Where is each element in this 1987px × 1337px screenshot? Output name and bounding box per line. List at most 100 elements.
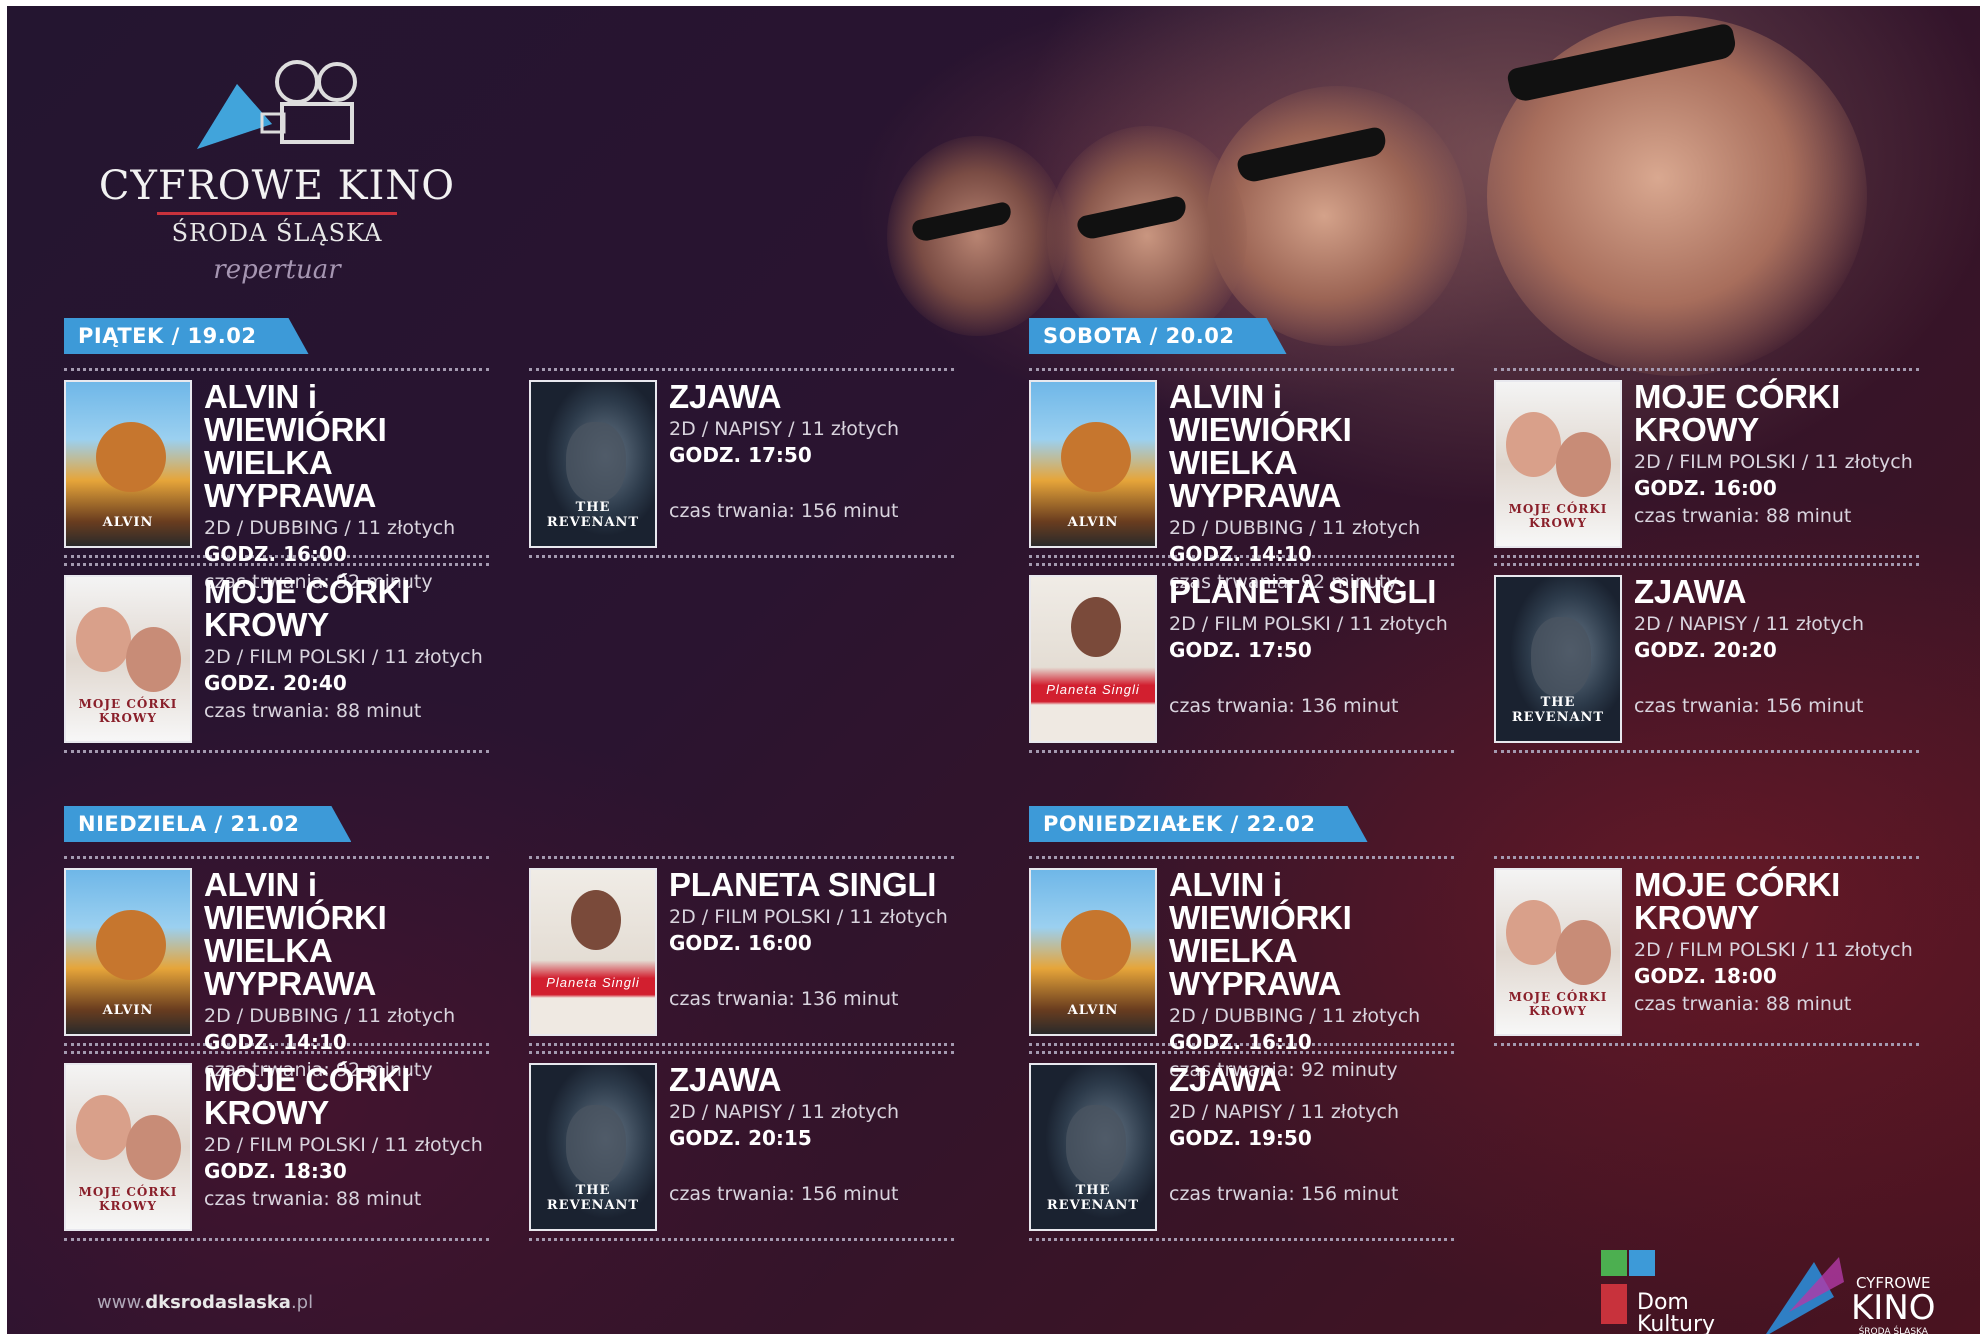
movie-info: ZJAWA 2D / NAPISY / 11 złotych GODZ. 20:15… bbox=[669, 1063, 959, 1208]
movie-format-price: 2D / FILM POLSKI / 11 złotych bbox=[1634, 939, 1913, 961]
movie-title: ZJAWA bbox=[669, 378, 782, 415]
dotted-divider bbox=[529, 555, 954, 558]
day-block: PIĄTEK / 19.02 ALVIN ALVIN i WIEWIÓRKI WIEL… bbox=[64, 318, 974, 788]
movie-format-price: 2D / FILM POLSKI / 11 złotych bbox=[1634, 451, 1913, 473]
movie-item: MOJE CÓRKI KROWY MOJE CÓRKI KROWY 2D / FILM… bbox=[1494, 856, 1924, 1046]
movie-info: PLANETA SINGLI 2D / FILM POLSKI / 11 złot… bbox=[669, 868, 959, 1013]
duration: czas trwania: 156 minut bbox=[1169, 1183, 1399, 1205]
poster-caption: Planeta Singli bbox=[546, 975, 640, 990]
poster-caption: THE REVENANT bbox=[546, 500, 640, 530]
poster-caption: ALVIN bbox=[1067, 515, 1119, 530]
duration: czas trwania: 136 minut bbox=[1169, 695, 1399, 717]
movie-title: MOJE CÓRKI bbox=[204, 1061, 411, 1098]
movie-title: ALVIN i WIEWIÓRKI bbox=[1169, 866, 1352, 936]
movie-poster: Planeta Singli bbox=[529, 868, 657, 1036]
dom-kultury-text: Dom Kultury bbox=[1637, 1290, 1716, 1335]
movie-title: ALVIN i WIEWIÓRKI bbox=[204, 866, 387, 936]
duration: czas trwania: 88 minut bbox=[204, 700, 422, 722]
website-suffix: .pl bbox=[290, 1292, 314, 1313]
day-block: SOBOTA / 20.02 ALVIN ALVIN i WIEWIÓRKI WIEL… bbox=[1029, 318, 1939, 788]
dotted-divider bbox=[1494, 856, 1919, 859]
movie-item: MOJE CÓRKI KROWY MOJE CÓRKI KROWY 2D / FILM… bbox=[1494, 368, 1924, 558]
day-label: PIĄTEK / 19.02 bbox=[64, 318, 309, 354]
showtime: GODZ. 20:40 bbox=[204, 671, 347, 695]
dotted-divider bbox=[1029, 1238, 1454, 1241]
poster-caption: THE REVENANT bbox=[1511, 695, 1605, 725]
cyfrowe-kino-footer-logo: CYFROWE KINO ŚRODA ŚLĄSKA bbox=[1759, 1252, 1969, 1334]
day-block: PONIEDZIAŁEK / 22.02 ALVIN ALVIN i WIEWIÓR… bbox=[1029, 806, 1939, 1276]
audience-face bbox=[887, 136, 1067, 336]
showtime: GODZ. 18:30 bbox=[204, 1159, 347, 1183]
day-label: SOBOTA / 20.02 bbox=[1029, 318, 1287, 354]
dotted-divider bbox=[1494, 750, 1919, 753]
cyfrowe-kino-text: CYFROWE KINO ŚRODA ŚLĄSKA bbox=[1851, 1276, 1936, 1335]
dotted-divider bbox=[529, 856, 954, 859]
movie-grid: ALVIN ALVIN i WIEWIÓRKI WIELKA WYPRAWA 2D /… bbox=[64, 856, 974, 1276]
dotted-divider bbox=[1029, 856, 1454, 859]
poster-caption: THE REVENANT bbox=[546, 1183, 640, 1213]
showtime: GODZ. 16:00 bbox=[1634, 476, 1777, 500]
duration: czas trwania: 88 minut bbox=[1634, 505, 1852, 527]
movie-title: PLANETA SINGLI bbox=[1169, 573, 1437, 610]
movie-format-price: 2D / DUBBING / 11 złotych bbox=[1169, 517, 1421, 539]
poster-caption: MOJE CÓRKI KROWY bbox=[1508, 990, 1608, 1018]
movie-format-price: 2D / FILM POLSKI / 11 złotych bbox=[204, 1134, 483, 1156]
movie-poster: ALVIN bbox=[64, 380, 192, 548]
day-label: PONIEDZIAŁEK / 22.02 bbox=[1029, 806, 1368, 842]
showtime: GODZ. 17:50 bbox=[1169, 638, 1312, 662]
projector-icon bbox=[177, 54, 377, 154]
movie-grid: ALVIN ALVIN i WIEWIÓRKI WIELKA WYPRAWA 2D /… bbox=[1029, 856, 1939, 1276]
audience-face bbox=[1207, 86, 1467, 346]
movie-item: ALVIN ALVIN i WIEWIÓRKI WIELKA WYPRAWA 2D /… bbox=[64, 368, 494, 593]
duration: czas trwania: 156 minut bbox=[669, 500, 899, 522]
movie-item: THE REVENANT ZJAWA 2D / NAPISY / 11 złotyc… bbox=[1494, 563, 1924, 753]
dotted-divider bbox=[1029, 1051, 1454, 1054]
movie-title: ZJAWA bbox=[1634, 573, 1747, 610]
dom-kultury-logo: Dom Kultury bbox=[1595, 1250, 1715, 1334]
duration: czas trwania: 136 minut bbox=[669, 988, 899, 1010]
dotted-divider bbox=[1494, 555, 1919, 558]
movie-item: Planeta Singli PLANETA SINGLI 2D / FILM PO… bbox=[1029, 563, 1459, 753]
movie-title: MOJE CÓRKI bbox=[204, 573, 411, 610]
movie-poster: MOJE CÓRKI KROWY bbox=[64, 1063, 192, 1231]
movie-format-price: 2D / NAPISY / 11 złotych bbox=[1634, 613, 1865, 635]
poster-caption: Planeta Singli bbox=[1046, 682, 1140, 697]
showtime: GODZ. 19:50 bbox=[1169, 1126, 1312, 1150]
cyfrowe-kino-icon bbox=[1766, 1257, 1844, 1334]
movie-format-price: 2D / DUBBING / 11 złotych bbox=[204, 517, 456, 539]
duration: czas trwania: 88 minut bbox=[1634, 993, 1852, 1015]
logo-script-text: repertuar bbox=[213, 255, 341, 285]
movie-info: MOJE CÓRKI KROWY 2D / FILM POLSKI / 11 zło… bbox=[204, 575, 494, 725]
dotted-divider bbox=[64, 563, 489, 566]
showtime: GODZ. 20:15 bbox=[669, 1126, 812, 1150]
movie-title: WIELKA WYPRAWA bbox=[1169, 932, 1342, 1002]
poster-caption: ALVIN bbox=[102, 515, 154, 530]
movie-title: KROWY bbox=[1634, 899, 1759, 936]
poster-caption: MOJE CÓRKI KROWY bbox=[1508, 502, 1608, 530]
logo-title: CYFROWE KINO bbox=[98, 163, 456, 209]
movie-title: ALVIN i WIEWIÓRKI bbox=[1169, 378, 1352, 448]
movie-title: WIELKA WYPRAWA bbox=[204, 932, 377, 1002]
movie-item: ALVIN ALVIN i WIEWIÓRKI WIELKA WYPRAWA 2D /… bbox=[1029, 368, 1459, 593]
movie-item: THE REVENANT ZJAWA 2D / NAPISY / 11 złotyc… bbox=[529, 368, 959, 558]
audience-face bbox=[1047, 126, 1247, 346]
duration: czas trwania: 156 minut bbox=[1634, 695, 1864, 717]
movie-item: MOJE CÓRKI KROWY MOJE CÓRKI KROWY 2D / FILM… bbox=[64, 563, 494, 753]
cinema-logo: CYFROWE KINO ŚRODA ŚLĄSKA repertuar bbox=[97, 54, 457, 285]
showtime: GODZ. 18:00 bbox=[1634, 964, 1777, 988]
dotted-divider bbox=[1494, 563, 1919, 566]
day-block: NIEDZIELA / 21.02 ALVIN ALVIN i WIEWIÓRKI W… bbox=[64, 806, 974, 1276]
website-link[interactable]: www.dksrodaslaska.pl bbox=[97, 1292, 313, 1313]
movie-item: THE REVENANT ZJAWA 2D / NAPISY / 11 złotyc… bbox=[1029, 1051, 1459, 1241]
movie-poster: THE REVENANT bbox=[529, 1063, 657, 1231]
movie-format-price: 2D / DUBBING / 11 złotych bbox=[204, 1005, 456, 1027]
dotted-divider bbox=[529, 1051, 954, 1054]
movie-title: PLANETA SINGLI bbox=[669, 866, 937, 903]
poster-caption: THE REVENANT bbox=[1046, 1183, 1140, 1213]
